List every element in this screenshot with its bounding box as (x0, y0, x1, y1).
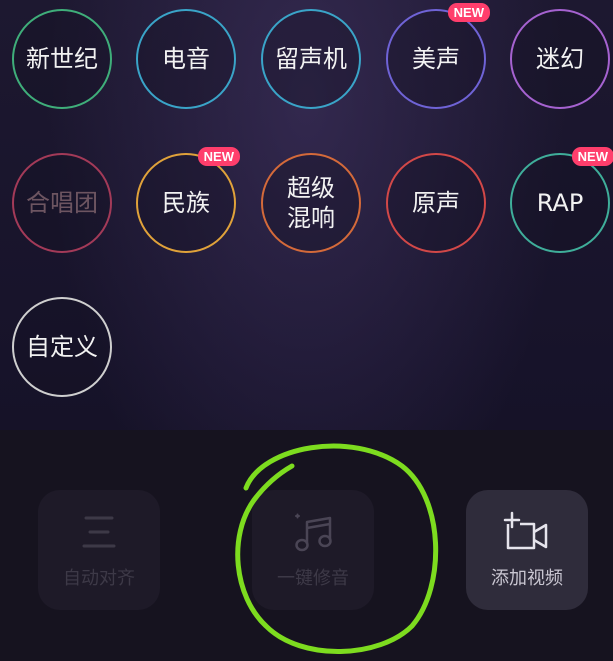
effect-label: 民族 (162, 189, 210, 217)
tool-label: 自动对齐 (63, 568, 135, 589)
effect-original[interactable]: 原声 (386, 153, 486, 253)
new-badge: NEW (447, 3, 490, 22)
one-click-tune-button[interactable]: 一键修音 (252, 490, 374, 610)
music-note-sparkle-icon (295, 513, 332, 552)
effect-label: 合唱团 (26, 189, 98, 217)
bottom-toolbar: 自动对齐 一键修音 添加视频 (0, 430, 613, 661)
tool-label: 添加视频 (491, 568, 563, 589)
effect-label: 新世纪 (26, 45, 98, 73)
effect-choir[interactable]: 合唱团 (12, 153, 112, 253)
effect-custom[interactable]: 自定义 (12, 297, 112, 397)
voice-effect-grid: 新世纪 电音 留声机 美声 NEW 迷幻 合唱团 民族 NEW 超级 混响 原声… (0, 0, 613, 430)
effect-label: 原声 (412, 189, 460, 217)
effect-phonograph[interactable]: 留声机 (261, 9, 361, 109)
effect-psychedelic[interactable]: 迷幻 (510, 9, 610, 109)
effect-super-reverb[interactable]: 超级 混响 (261, 153, 361, 253)
align-lines-icon (82, 516, 116, 548)
effect-new-century[interactable]: 新世纪 (12, 9, 112, 109)
voice-effect-screen: 新世纪 电音 留声机 美声 NEW 迷幻 合唱团 民族 NEW 超级 混响 原声… (0, 0, 613, 661)
effect-label: RAP (536, 189, 584, 217)
effect-bel-canto[interactable]: 美声 NEW (386, 3, 490, 109)
effect-label: 电音 (162, 45, 210, 73)
new-badge: NEW (571, 147, 613, 166)
effect-label: 自定义 (26, 333, 98, 361)
effect-label: 超级 混响 (287, 174, 335, 232)
add-video-button[interactable]: 添加视频 (466, 490, 588, 610)
new-badge: NEW (197, 147, 240, 166)
effect-rap[interactable]: RAP NEW (510, 147, 613, 253)
tool-label: 一键修音 (277, 568, 349, 589)
effect-folk[interactable]: 民族 NEW (136, 147, 240, 253)
add-video-icon (503, 511, 548, 550)
effect-label: 迷幻 (536, 45, 584, 73)
auto-align-button[interactable]: 自动对齐 (38, 490, 160, 610)
effect-label: 美声 (412, 45, 460, 73)
effect-electronic[interactable]: 电音 (136, 9, 236, 109)
effect-label: 留声机 (275, 45, 347, 73)
